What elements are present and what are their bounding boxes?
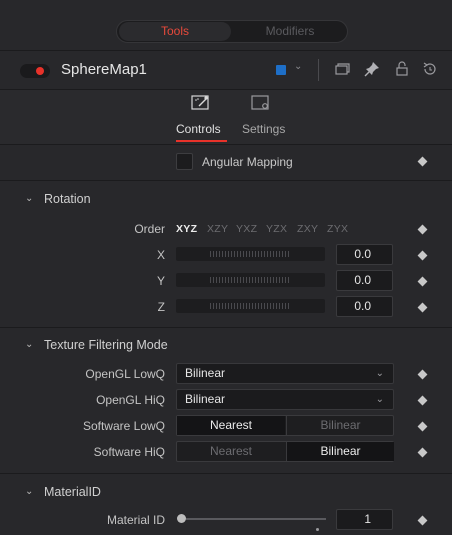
keyframe-diamond-icon[interactable] [417,515,428,526]
keyframe-diamond-icon[interactable] [417,395,428,406]
rotation-z-slider[interactable] [176,299,325,313]
opengl-lowq-dropdown[interactable]: Bilinear ⌄ [176,363,394,384]
material-id-field[interactable]: 1 [336,509,393,530]
chevron-down-icon: ⌄ [375,394,384,405]
opengl-hiq-label: OpenGL HiQ [96,393,165,407]
chevron-down-icon[interactable]: ⌄ [25,193,33,204]
keyframe-diamond-icon[interactable] [417,369,428,380]
rotation-x-slider[interactable] [176,247,325,261]
divider [0,144,452,145]
chevron-down-icon[interactable]: ⌄ [294,61,302,72]
order-option-zyx[interactable]: ZYX [327,223,348,235]
rotation-x-field[interactable]: 0.0 [336,244,393,265]
node-name: SphereMap1 [61,61,147,78]
opengl-lowq-label: OpenGL LowQ [85,367,165,381]
order-option-yxz[interactable]: YXZ [236,223,257,235]
rotation-z-field[interactable]: 0.0 [336,296,393,317]
software-lowq-segmented: Nearest Bilinear [176,415,394,436]
divider [0,50,452,51]
order-label: Order [134,222,165,236]
keyframe-diamond-icon[interactable] [417,421,428,432]
tab-tools[interactable]: Tools [119,22,231,41]
settings-tab-icon[interactable] [251,94,271,112]
keyframe-diamond-icon[interactable] [417,276,428,287]
node-color-chip[interactable] [276,65,286,75]
software-lowq-nearest[interactable]: Nearest [177,416,285,435]
material-id-slider[interactable] [186,518,326,520]
divider [318,59,319,81]
tab-settings[interactable]: Settings [242,122,285,136]
opengl-hiq-dropdown[interactable]: Bilinear ⌄ [176,389,394,410]
order-option-yzx[interactable]: YZX [266,223,287,235]
rotation-section-title[interactable]: Rotation [44,192,91,206]
keyframe-diamond-icon[interactable] [417,302,428,313]
material-id-label: Material ID [106,513,165,527]
divider [0,180,452,181]
chevron-down-icon[interactable]: ⌄ [25,339,33,350]
divider [0,473,452,474]
software-lowq-bilinear[interactable]: Bilinear [286,416,394,435]
software-hiq-segmented: Nearest Bilinear [176,441,394,462]
inspector-tabs [0,90,452,144]
keyframe-diamond-icon[interactable] [417,447,428,458]
chevron-down-icon[interactable]: ⌄ [25,486,33,497]
rotation-z-label: Z [157,300,165,314]
keyframe-diamond-icon[interactable] [417,224,428,235]
opengl-lowq-value: Bilinear [185,366,226,380]
order-option-xzy[interactable]: XZY [207,223,228,235]
keyframe-diamond-icon[interactable] [417,250,428,261]
slider-default-tick [316,528,319,531]
texture-filtering-section-title[interactable]: Texture Filtering Mode [44,338,168,352]
order-option-xyz[interactable]: XYZ [176,223,197,235]
tools-modifiers-switch: Tools Modifiers [116,20,348,43]
angular-mapping-label: Angular Mapping [202,155,293,169]
rotation-y-label: Y [156,274,165,288]
materialid-section-title[interactable]: MaterialID [44,485,101,499]
tab-modifiers[interactable]: Modifiers [235,22,345,41]
software-hiq-bilinear[interactable]: Bilinear [286,442,394,461]
software-hiq-nearest[interactable]: Nearest [177,442,285,461]
software-lowq-label: Software LowQ [82,419,165,433]
divider [0,327,452,328]
rotation-x-label: X [156,248,165,262]
rotation-y-field[interactable]: 0.0 [336,270,393,291]
node-enable-toggle[interactable] [20,64,50,78]
angular-mapping-checkbox[interactable] [176,153,193,170]
lock-icon[interactable] [393,60,411,78]
enabled-dot-icon [36,67,44,75]
order-option-zxy[interactable]: ZXY [297,223,318,235]
keyframe-diamond-icon[interactable] [417,156,428,167]
controls-tab-icon[interactable] [191,94,211,112]
tab-controls[interactable]: Controls [176,122,221,136]
software-hiq-label: Software HiQ [93,445,165,459]
node-header: SphereMap1 ⌄ [0,52,452,88]
chevron-down-icon: ⌄ [375,368,384,379]
pin-icon[interactable] [363,60,381,78]
active-tab-indicator [176,140,227,142]
versions-icon[interactable] [333,60,351,78]
material-id-slider-knob[interactable] [177,514,186,523]
opengl-hiq-value: Bilinear [185,392,226,406]
reset-icon[interactable] [421,60,439,78]
rotation-y-slider[interactable] [176,273,325,287]
